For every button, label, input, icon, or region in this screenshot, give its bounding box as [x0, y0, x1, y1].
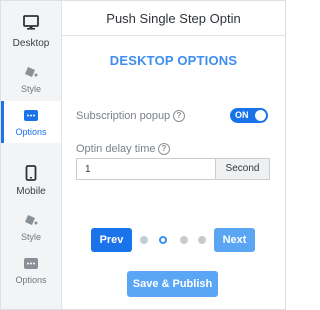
delay-unit-addon: Second: [215, 158, 270, 180]
sidebar-item-desktop-style[interactable]: Style: [1, 57, 61, 101]
sidebar-item-label: Desktop: [12, 38, 50, 49]
step-dot-3[interactable]: [180, 236, 188, 244]
options-icon: [1, 110, 61, 121]
options-icon: [1, 258, 61, 269]
next-button[interactable]: Next: [214, 228, 255, 252]
sidebar-item-label: Style: [20, 84, 41, 94]
section-title: DESKTOP OPTIONS: [109, 53, 238, 68]
toggle-label: ON: [235, 110, 249, 120]
prev-button[interactable]: Prev: [91, 228, 132, 252]
paint-bucket-icon: [1, 213, 61, 227]
subscription-popup-label: Subscription popup: [76, 110, 171, 122]
sidebar-item-label: Style: [20, 232, 41, 242]
sidebar-item-label: Options: [15, 127, 47, 137]
sidebar-item-mobile[interactable]: Mobile: [1, 159, 61, 203]
page-title: Push Single Step Optin: [106, 11, 241, 26]
optin-delay-input[interactable]: 1: [76, 158, 215, 180]
help-icon[interactable]: ?: [173, 110, 185, 122]
sidebar-item-label: Mobile: [16, 186, 46, 197]
step-dot-1[interactable]: [140, 236, 148, 244]
sidebar-item-label: Options: [15, 275, 47, 285]
step-dot-4[interactable]: [198, 236, 206, 244]
sidebar-item-mobile-style[interactable]: Style: [1, 206, 61, 250]
sidebar-item-mobile-options[interactable]: Options: [1, 251, 61, 295]
toggle-knob: [255, 110, 266, 121]
optin-panel: Desktop Style Options Mobile Style Optio…: [0, 0, 286, 310]
paint-bucket-icon: [1, 65, 61, 79]
step-dot-2-current[interactable]: [159, 236, 167, 244]
sidebar-item-desktop-options[interactable]: Options: [1, 101, 61, 143]
subscription-popup-toggle[interactable]: ON: [230, 108, 268, 123]
sidebar-item-desktop[interactable]: Desktop: [1, 9, 61, 53]
monitor-icon: [1, 15, 61, 30]
optin-delay-label: Optin delay time: [76, 143, 156, 155]
save-publish-button[interactable]: Save & Publish: [127, 271, 218, 297]
help-icon[interactable]: ?: [158, 143, 170, 155]
sidebar: Desktop Style Options Mobile Style Optio…: [1, 1, 62, 309]
optin-delay-value: 1: [85, 164, 91, 175]
panel-header: Push Single Step Optin: [62, 1, 285, 36]
phone-icon: [1, 165, 61, 181]
